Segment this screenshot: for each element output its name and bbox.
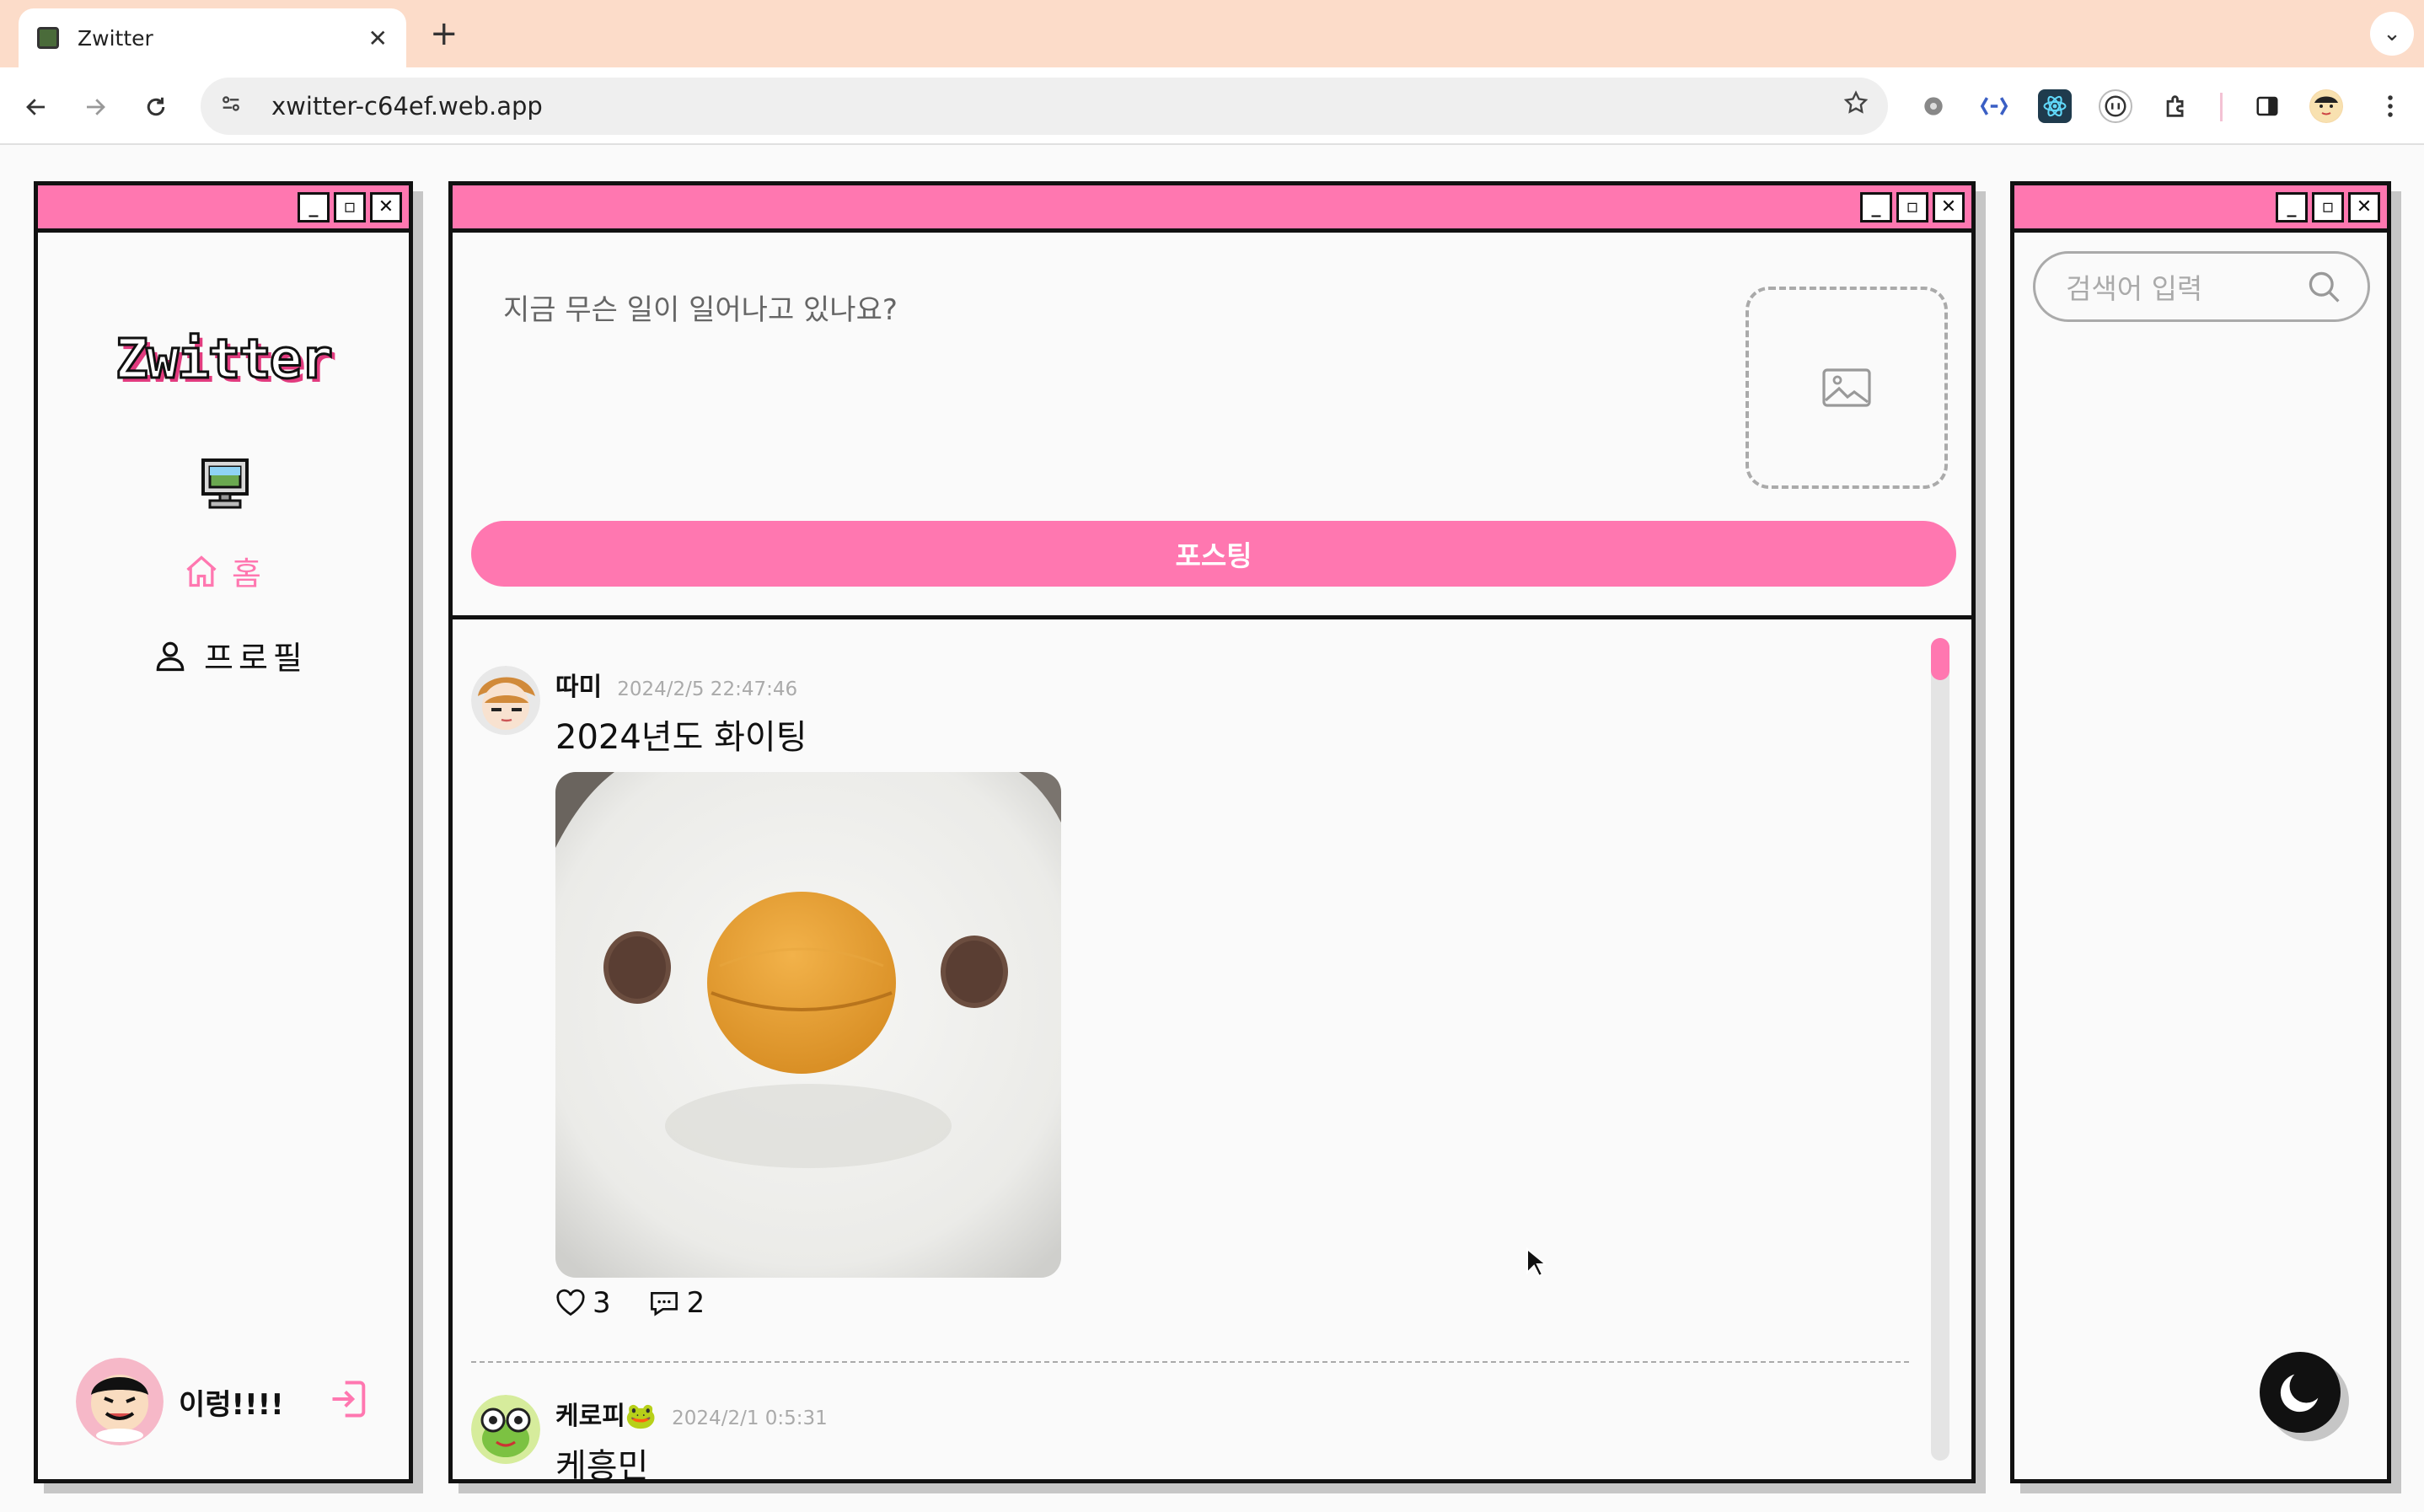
extension-circle-icon[interactable] [2099,89,2132,123]
avatar[interactable] [471,666,540,735]
dark-mode-toggle[interactable] [2260,1352,2341,1433]
sidebar-window: _ ▫ ✕ Zwitter 홈 프로필 이렁!!!! [34,181,413,1483]
mouse-cursor-icon [1526,1247,1546,1278]
post-text: 케흥민 [555,1447,649,1479]
logo-text[interactable]: Zwitter [38,328,409,393]
post-username[interactable]: 케로피🐸 [555,1395,657,1432]
heart-icon [556,1289,585,1316]
image-icon [1822,368,1871,407]
site-settings-icon[interactable] [219,92,243,121]
sidebar-item-profile[interactable]: 프로필 [152,632,308,678]
post-text: 2024년도 화이팅 [555,718,807,757]
feed[interactable]: 따미 2024/2/5 22:47:46 2024년도 화이팅 3 2 케로피🐸… [453,619,1971,1479]
post-divider [471,1361,1909,1363]
maximize-icon[interactable]: ▫ [2312,192,2344,223]
close-icon[interactable]: ✕ [2348,192,2380,223]
new-tab-button[interactable]: + [430,15,459,52]
side-panel-icon[interactable] [2250,89,2284,123]
close-icon[interactable]: ✕ [370,192,402,223]
user-name: 이렁!!!! [179,1387,284,1422]
user-icon [156,641,185,671]
image-upload-button[interactable] [1746,287,1948,489]
moon-icon [2280,1374,2319,1413]
search-placeholder[interactable]: 검색어 입력 [2066,266,2305,307]
post-actions: 3 2 [555,1286,1909,1320]
browser-tab-bar: Zwitter ✕ + ⌄ [0,0,2424,67]
bookmark-star-icon[interactable] [1842,89,1869,124]
comment-button[interactable]: 2 [648,1286,705,1320]
profile-avatar-icon[interactable] [2309,89,2343,123]
browser-toolbar: xwitter-c64ef.web.app [0,67,2424,145]
forward-button[interactable] [74,86,116,128]
comment-icon [650,1291,678,1316]
post-button[interactable]: 포스팅 [471,521,1956,587]
arrow-left-icon [26,99,45,115]
close-icon[interactable]: ✕ [1933,192,1965,223]
tab-title: Zwitter [78,25,153,51]
window-titlebar: _ ▫ ✕ [2014,185,2387,233]
tab-close-icon[interactable]: ✕ [368,24,388,52]
browser-tab[interactable]: Zwitter ✕ [19,8,406,67]
scrollbar-thumb[interactable] [1931,638,1949,680]
minimize-icon[interactable]: _ [2276,192,2308,223]
avatar [76,1358,164,1445]
search-input[interactable]: 검색어 입력 [2033,251,2370,322]
browser-menu-icon[interactable] [2373,89,2407,123]
computer-logo-icon [201,458,249,509]
sidebar-item-home[interactable]: 홈 [183,548,261,594]
window-titlebar: _ ▫ ✕ [38,185,409,233]
like-button[interactable]: 3 [555,1286,611,1320]
extensions-puzzle-icon[interactable] [2159,89,2193,123]
extension-code-icon[interactable] [1977,89,2011,123]
window-titlebar: _ ▫ ✕ [453,185,1971,233]
favicon-icon [37,27,59,49]
url-text[interactable]: xwitter-c64ef.web.app [271,92,1842,121]
extension-gear-icon[interactable] [1917,89,1950,123]
current-user[interactable]: 이렁!!!! [76,1358,284,1445]
reload-icon [147,97,165,116]
logout-button[interactable] [327,1377,371,1424]
like-count: 3 [593,1286,611,1320]
scrollbar[interactable] [1931,638,1949,1461]
tab-search-button[interactable]: ⌄ [2370,12,2414,56]
search-window: _ ▫ ✕ 검색어 입력 [2010,181,2391,1483]
home-icon [186,555,217,587]
minimize-icon[interactable]: _ [298,192,330,223]
maximize-icon[interactable]: ▫ [334,192,366,223]
sidebar-item-label: 홈 [232,555,261,592]
search-icon[interactable] [2305,268,2342,305]
compose-input[interactable]: 지금 무슨 일이 일어나고 있나요? [503,287,898,328]
reload-button[interactable] [135,86,177,128]
minimize-icon[interactable]: _ [1860,192,1892,223]
comment-count: 2 [686,1286,705,1320]
logout-icon [332,1381,366,1418]
post-timestamp: 2024/2/5 22:47:46 [617,678,798,700]
extension-react-icon[interactable] [2038,89,2072,123]
main-window: _ ▫ ✕ 지금 무슨 일이 일어나고 있나요? 포스팅 따미 2024/2/5… [448,181,1976,1483]
post-timestamp: 2024/2/1 0:5:31 [672,1407,828,1429]
toolbar-divider [2220,93,2223,121]
post-item[interactable]: 케로피🐸 2024/2/1 0:5:31 케흥민 [471,1395,1909,1479]
arrow-right-icon [87,99,105,115]
maximize-icon[interactable]: ▫ [1896,192,1928,223]
post-item[interactable]: 따미 2024/2/5 22:47:46 2024년도 화이팅 3 2 [471,666,1909,1320]
avatar[interactable] [471,1395,540,1464]
post-username[interactable]: 따미 [555,666,602,703]
back-button[interactable] [15,86,57,128]
sidebar-item-label: 프로필 [204,640,308,677]
post-image[interactable] [555,772,1061,1278]
address-bar[interactable]: xwitter-c64ef.web.app [201,78,1888,135]
